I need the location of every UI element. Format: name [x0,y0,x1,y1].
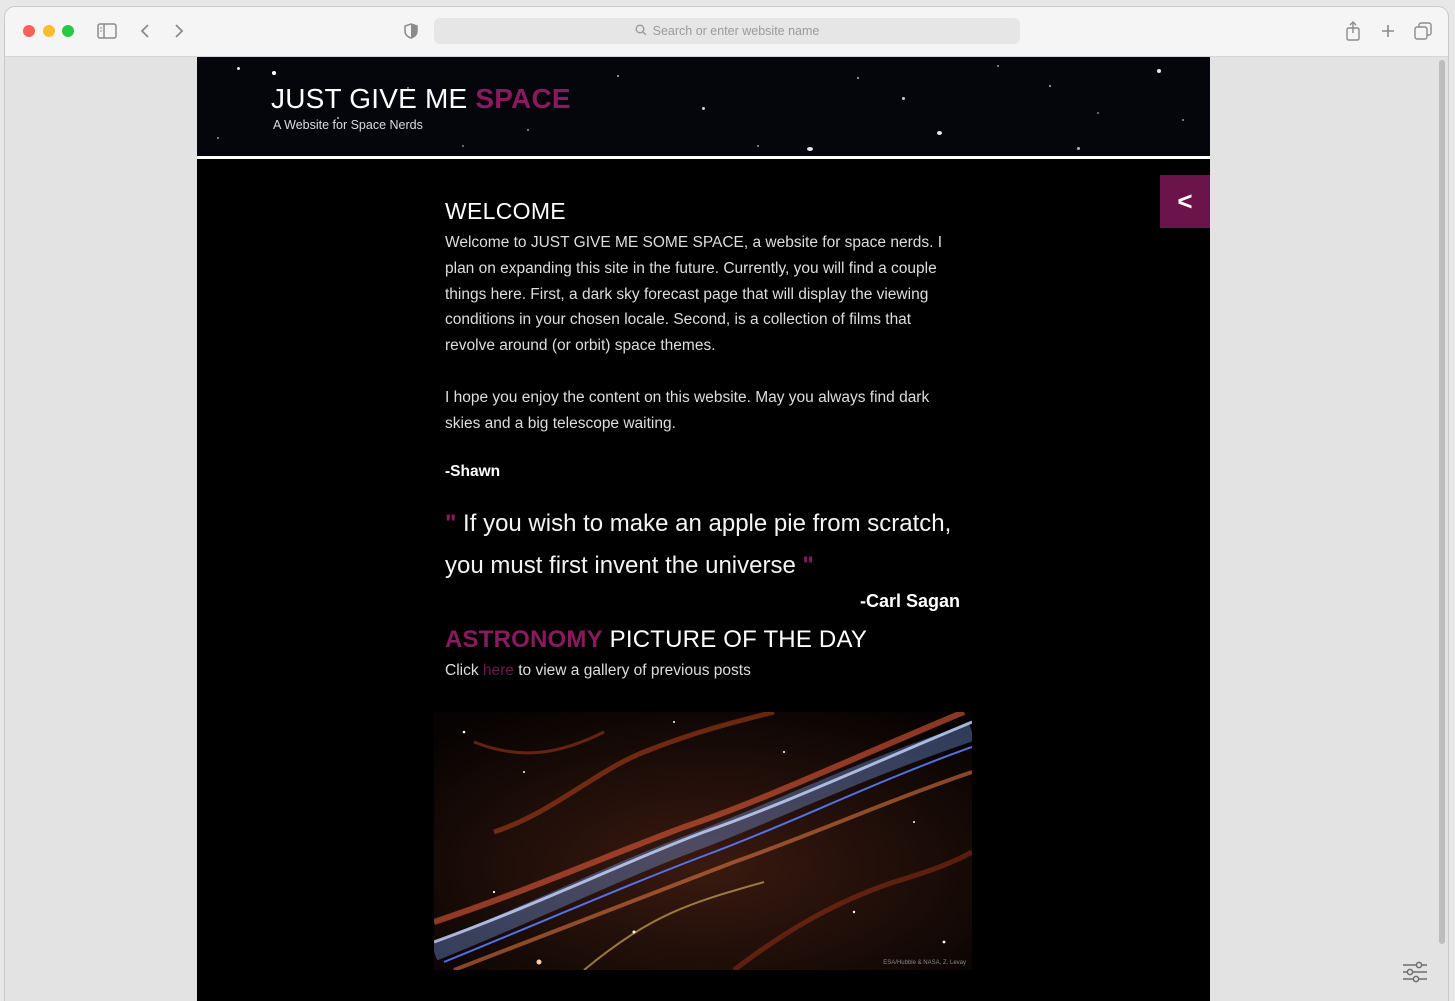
tabs-overview-icon[interactable] [1413,19,1433,43]
site-page: JUST GIVE ME SPACE A Website for Space N… [197,57,1210,1001]
browser-toolbar: Search or enter website name [5,7,1448,57]
nebula-image [434,712,972,970]
address-placeholder: Search or enter website name [652,24,820,38]
quote-text: If you wish to make an apple pie from sc… [445,509,952,579]
main-content: WELCOME Welcome to JUST GIVE ME SOME SPA… [445,198,965,680]
apod-gallery-prefix: Click [445,661,483,679]
settings-sliders-icon[interactable] [1402,961,1428,988]
sagan-quote: " If you wish to make an apple pie from … [445,503,965,587]
zoom-window-button[interactable] [62,25,74,37]
site-subtitle: A Website for Space Nerds [273,118,423,132]
apod-heading-accent: ASTRONOMY [445,625,603,653]
sidebar-icon[interactable] [96,19,118,43]
site-header: JUST GIVE ME SPACE A Website for Space N… [197,57,1210,159]
apod-heading-rest: PICTURE OF THE DAY [602,625,868,653]
apod-gallery-text: Click here to view a gallery of previous… [445,662,965,680]
chevron-left-icon: < [1177,186,1193,216]
apod-gallery-suffix: to view a gallery of previous posts [513,661,751,679]
quote-author: -Carl Sagan [859,590,960,611]
new-tab-icon[interactable] [1379,19,1397,43]
quote-open-mark: " [445,509,457,537]
image-credit: ESA/Hubble & NASA, Z. Levay [883,960,966,966]
site-title-accent: SPACE [475,83,571,114]
welcome-signature: -Shawn [445,462,501,480]
shield-icon[interactable] [403,19,419,43]
browser-window: Search or enter website name JUST GIVE M… [5,7,1448,1001]
back-icon[interactable] [137,19,153,43]
apod-heading: ASTRONOMY PICTURE OF THE DAY [445,626,965,654]
address-bar[interactable]: Search or enter website name [434,18,1020,44]
forward-icon[interactable] [171,19,187,43]
page-scrollbar[interactable] [1439,60,1445,944]
search-icon [635,24,647,39]
site-title[interactable]: JUST GIVE ME SPACE [271,83,571,115]
site-title-main: JUST GIVE ME [271,83,476,114]
menu-toggle-button[interactable]: < [1160,175,1210,228]
close-window-button[interactable] [23,25,35,37]
apod-image[interactable]: ESA/Hubble & NASA, Z. Levay [434,712,972,970]
share-icon[interactable] [1344,19,1362,43]
apod-gallery-link[interactable]: here [483,662,514,679]
page-viewport: JUST GIVE ME SPACE A Website for Space N… [5,57,1448,1001]
welcome-paragraph: Welcome to JUST GIVE ME SOME SPACE, a we… [445,234,943,355]
minimize-window-button[interactable] [43,25,55,37]
quote-close-mark: " [802,551,814,579]
welcome-paragraph-2: I hope you enjoy the content on this web… [445,388,930,432]
welcome-heading: WELCOME [445,198,566,224]
